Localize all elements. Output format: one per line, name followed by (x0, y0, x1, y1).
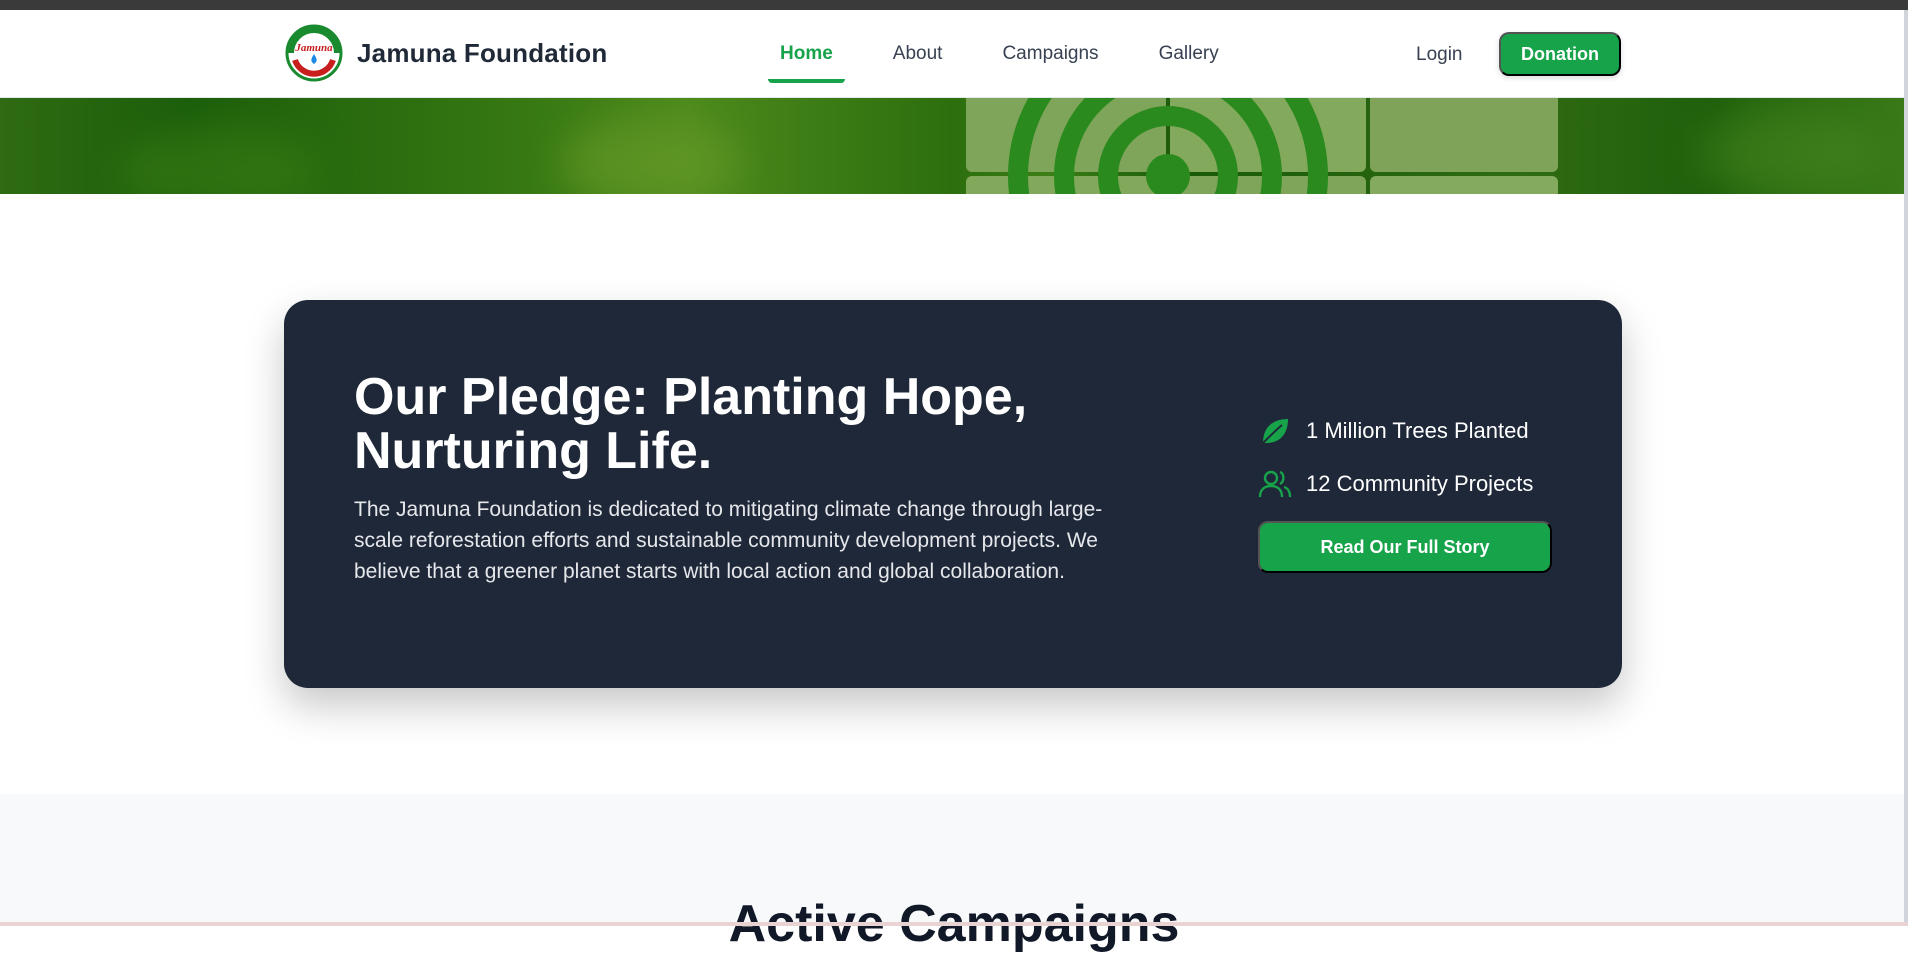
donation-button[interactable]: Donation (1499, 32, 1621, 76)
stat-projects-text: 12 Community Projects (1306, 471, 1534, 496)
window-bottom-edge (0, 922, 1908, 926)
nav-about[interactable]: About (879, 33, 957, 75)
wood-tiles-target-image (966, 98, 1558, 194)
login-link[interactable]: Login (1400, 40, 1479, 70)
users-icon (1258, 470, 1292, 498)
window-top-strip (0, 0, 1908, 10)
nav-campaigns[interactable]: Campaigns (988, 33, 1112, 75)
nav-home[interactable]: Home (766, 33, 847, 83)
brand[interactable]: Jamuna Jamuna Foundation (285, 24, 607, 82)
stat-projects: 12 Community Projects (1258, 467, 1533, 501)
pledge-title: Our Pledge: Planting Hope, Nurturing Lif… (354, 368, 1028, 480)
hero-blob (560, 118, 740, 194)
nav-gallery[interactable]: Gallery (1145, 33, 1233, 75)
read-full-story-button[interactable]: Read Our Full Story (1258, 521, 1552, 573)
campaigns-section: Active Campaigns (0, 794, 1908, 953)
main-nav: Home About Campaigns Gallery (766, 10, 1265, 98)
hero-blob (1700, 108, 1880, 194)
hero-blob (120, 128, 320, 194)
stat-trees: 1 Million Trees Planted (1258, 414, 1529, 448)
leaf-icon (1262, 419, 1288, 444)
jamuna-logo-icon: Jamuna (285, 24, 343, 82)
stat-trees-text: 1 Million Trees Planted (1306, 418, 1529, 443)
pledge-card: Our Pledge: Planting Hope, Nurturing Lif… (284, 300, 1622, 688)
site-header: Jamuna Jamuna Foundation Home About Camp… (0, 10, 1908, 98)
brand-name: Jamuna Foundation (357, 37, 608, 68)
hero-banner (0, 98, 1908, 194)
pledge-description: The Jamuna Foundation is dedicated to mi… (354, 498, 1103, 583)
scrollbar[interactable] (1904, 10, 1908, 922)
svg-text:Jamuna: Jamuna (294, 42, 333, 54)
